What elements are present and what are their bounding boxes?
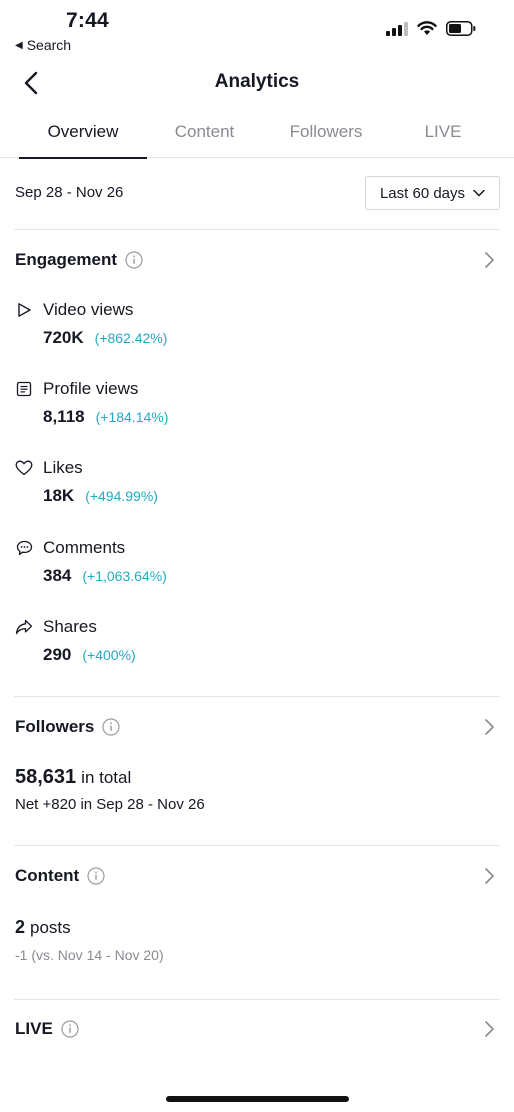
divider xyxy=(14,845,500,846)
status-icons xyxy=(386,21,476,41)
content-header[interactable]: Content xyxy=(15,863,500,889)
metric-change: (+862.42%) xyxy=(94,330,168,346)
metric-change: (+1,063.64%) xyxy=(82,568,167,584)
metric-profile-views: Profile views 8,118 (+184.14%) xyxy=(15,378,495,427)
engagement-title: Engagement xyxy=(15,250,118,269)
followers-net-change: Net +820 in Sep 28 - Nov 26 xyxy=(15,796,205,813)
metric-shares: Shares 290 (+400%) xyxy=(15,616,495,665)
engagement-header[interactable]: Engagement xyxy=(15,247,500,273)
followers-total: 58,631 in total xyxy=(15,766,131,789)
divider xyxy=(14,999,500,1000)
metric-value: 8,118 xyxy=(43,407,85,426)
info-icon[interactable] xyxy=(87,867,105,885)
battery-icon xyxy=(446,21,476,41)
info-icon[interactable] xyxy=(61,1020,79,1038)
metric-value: 290 xyxy=(43,645,72,664)
status-bar: 7:44 ◀ Search xyxy=(0,0,514,58)
followers-header[interactable]: Followers xyxy=(15,714,500,740)
cellular-signal-icon xyxy=(386,21,408,41)
home-indicator[interactable] xyxy=(166,1096,349,1102)
chevron-right-icon xyxy=(485,252,494,268)
metric-value: 18K xyxy=(43,486,75,505)
tab-followers[interactable]: Followers xyxy=(262,112,390,158)
content-posts: 2 posts xyxy=(15,917,71,938)
followers-total-value: 58,631 xyxy=(15,766,77,788)
metric-label: Likes xyxy=(43,458,83,477)
heart-icon xyxy=(15,459,33,477)
live-header[interactable]: LIVE xyxy=(15,1016,500,1042)
metric-change: (+494.99%) xyxy=(85,488,158,504)
chevron-right-icon xyxy=(485,1021,494,1037)
content-posts-suffix: posts xyxy=(30,918,71,937)
metric-change: (+400%) xyxy=(82,647,136,663)
date-range-label: Sep 28 - Nov 26 xyxy=(15,184,124,201)
metric-change: (+184.14%) xyxy=(95,409,169,425)
document-icon xyxy=(15,380,33,398)
live-title: LIVE xyxy=(15,1019,53,1038)
info-icon[interactable] xyxy=(125,251,143,269)
metric-video-views: Video views 720K (+862.42%) xyxy=(15,299,495,348)
followers-title: Followers xyxy=(15,717,95,736)
content-comparison: -1 (vs. Nov 14 - Nov 20) xyxy=(15,947,164,963)
back-to-search-link[interactable]: ◀ Search xyxy=(15,37,71,53)
back-app-label: Search xyxy=(26,37,72,53)
tab-bar: Overview Content Followers LIVE xyxy=(0,112,514,159)
tab-overview[interactable]: Overview xyxy=(19,112,147,159)
date-range-dropdown-label: Last 60 days xyxy=(379,184,466,202)
comment-icon xyxy=(15,539,33,557)
tab-content[interactable]: Content xyxy=(147,112,262,158)
chevron-right-icon xyxy=(485,719,494,735)
chevron-down-icon xyxy=(473,189,485,197)
divider xyxy=(14,696,500,697)
metric-comments: Comments 384 (+1,063.64%) xyxy=(15,537,495,586)
share-icon xyxy=(15,618,33,636)
play-icon xyxy=(15,301,33,319)
chevron-right-icon xyxy=(485,868,494,884)
date-range-dropdown[interactable]: Last 60 days xyxy=(365,176,500,210)
metric-value: 720K xyxy=(43,328,84,347)
metric-value: 384 xyxy=(43,566,72,585)
metric-likes: Likes 18K (+494.99%) xyxy=(15,457,495,506)
metric-label: Comments xyxy=(43,538,126,557)
divider xyxy=(14,229,500,230)
content-title: Content xyxy=(15,866,80,885)
metric-label: Video views xyxy=(43,300,134,319)
status-time: 7:44 xyxy=(66,9,109,32)
metric-label: Shares xyxy=(43,617,97,636)
info-icon[interactable] xyxy=(102,718,120,736)
wifi-icon xyxy=(417,21,437,41)
tab-live[interactable]: LIVE xyxy=(390,112,496,158)
followers-total-suffix: in total xyxy=(81,768,132,787)
page-title: Analytics xyxy=(214,71,300,92)
content-posts-count: 2 xyxy=(15,917,26,937)
back-triangle-icon: ◀ xyxy=(15,39,23,51)
metric-label: Profile views xyxy=(43,379,139,398)
